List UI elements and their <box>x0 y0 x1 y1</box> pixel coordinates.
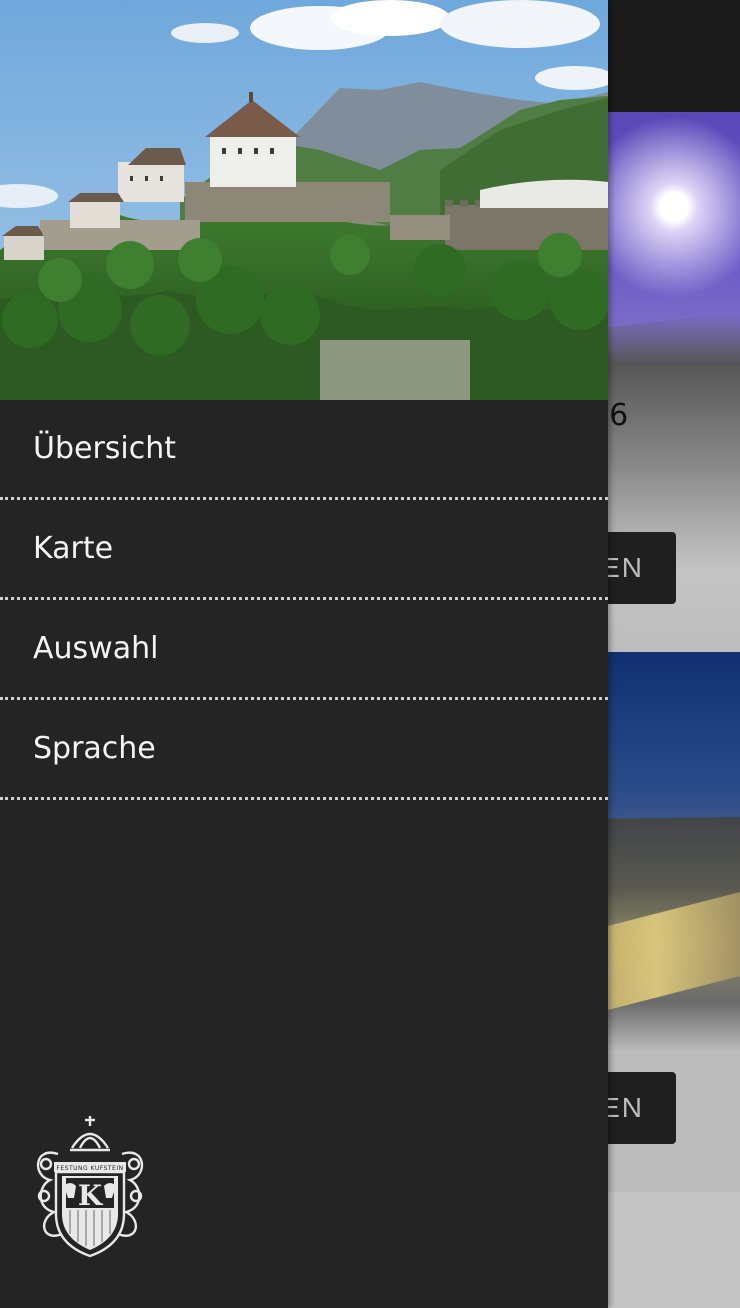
drawer-menu: Übersicht Karte Auswahl Sprache <box>0 400 608 800</box>
menu-item-label: Sprache <box>33 731 156 766</box>
menu-item-map[interactable]: Karte <box>0 500 608 600</box>
menu-item-selection[interactable]: Auswahl <box>0 600 608 700</box>
menu-item-overview[interactable]: Übersicht <box>0 400 608 500</box>
menu-item-label: Karte <box>33 531 114 566</box>
navigation-drawer: Übersicht Karte Auswahl Sprache FESTUNG … <box>0 0 608 1308</box>
fortress-header-image <box>0 0 608 400</box>
menu-item-language[interactable]: Sprache <box>0 700 608 800</box>
svg-text:K: K <box>78 1179 104 1212</box>
menu-item-label: Auswahl <box>33 631 159 666</box>
menu-item-label: Übersicht <box>33 431 177 466</box>
svg-text:FESTUNG KUFSTEIN: FESTUNG KUFSTEIN <box>56 1165 123 1172</box>
festung-kufstein-crest-logo: FESTUNG KUFSTEIN K <box>28 1114 152 1260</box>
